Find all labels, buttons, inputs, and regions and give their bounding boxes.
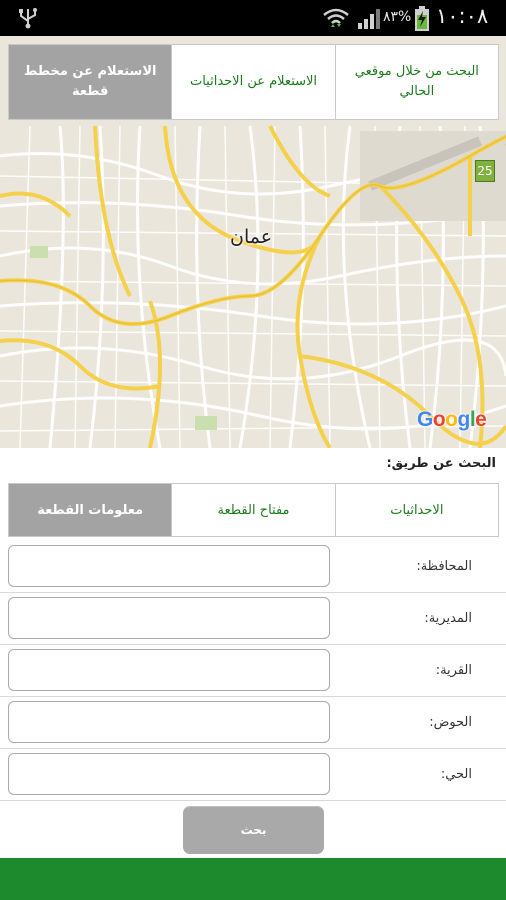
basin-input[interactable]	[8, 701, 330, 743]
directorate-row: المديرية:	[0, 593, 506, 645]
village-label: القرية:	[435, 663, 472, 678]
usb-icon	[19, 8, 37, 29]
neighborhood-row: الحي:	[0, 749, 506, 801]
basin-row: الحوض:	[0, 697, 506, 749]
app-screen: ٨٣% ١٠:٠٨ 25 عمان Google البحث من خلال م…	[0, 0, 506, 900]
village-input[interactable]	[8, 649, 330, 691]
signal-strength-icon	[358, 9, 380, 29]
directorate-input[interactable]	[8, 597, 330, 639]
tab-coordinates[interactable]: الاحداثيات	[334, 484, 498, 536]
search-by-label: البحث عن طريق:	[386, 456, 496, 471]
tab-parcel-key[interactable]: مفتاح القطعة	[171, 484, 335, 536]
directorate-label: المديرية:	[424, 611, 472, 626]
governorate-input[interactable]	[8, 545, 330, 587]
tab-query-parcel-plan[interactable]: الاستعلام عن مخطط قطعة	[9, 45, 172, 119]
bottom-bar	[0, 858, 506, 900]
tab-parcel-info[interactable]: معلومات القطعة	[9, 484, 172, 536]
status-bar: ٨٣% ١٠:٠٨	[0, 0, 506, 36]
neighborhood-input[interactable]	[8, 753, 330, 795]
battery-percent: ٨٣%	[383, 9, 412, 25]
search-button[interactable]: بحث	[183, 806, 324, 854]
tab-query-coordinates[interactable]: الاستعلام عن الاحداثيات	[171, 45, 335, 119]
village-row: القرية:	[0, 645, 506, 697]
status-clock: ١٠:٠٨	[436, 4, 489, 28]
basin-label: الحوض:	[429, 715, 472, 730]
route-number-badge: 25	[475, 160, 495, 182]
query-mode-tabs: البحث من خلال موقعي الحالي الاستعلام عن …	[8, 44, 499, 120]
google-logo: Google	[417, 408, 487, 431]
tab-search-current-location[interactable]: البحث من خلال موقعي الحالي	[334, 45, 498, 119]
governorate-row: المحافظة:	[0, 541, 506, 593]
map-city-label: عمان	[230, 226, 273, 248]
governorate-label: المحافظة:	[416, 559, 472, 574]
wifi-icon	[323, 8, 349, 27]
search-method-tabs: الاحداثيات مفتاح القطعة معلومات القطعة	[8, 483, 499, 537]
battery-charging-icon	[415, 6, 429, 31]
neighborhood-label: الحي:	[440, 767, 472, 782]
